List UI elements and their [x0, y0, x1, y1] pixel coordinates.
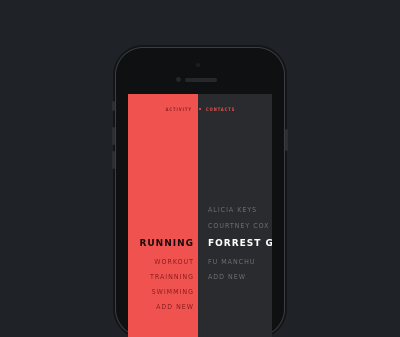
tab-contacts[interactable]: CONTACTS: [206, 107, 235, 112]
front-camera: [176, 77, 181, 82]
activity-item[interactable]: SWIMMING: [152, 288, 194, 296]
activity-item[interactable]: TRAINNING: [150, 273, 194, 281]
selected-activity[interactable]: RUNNING: [139, 238, 194, 249]
contact-item[interactable]: FU MANCHU: [208, 258, 255, 266]
contact-item[interactable]: COURTNEY COX: [208, 222, 269, 230]
add-contact-button[interactable]: ADD NEW: [208, 273, 246, 281]
tab-activity[interactable]: ACTIVITY: [166, 107, 192, 112]
phone-mockup: ACTIVITY CONTACTS ALICIA KEYS COURTNEY C…: [112, 47, 288, 337]
activity-panel: [128, 94, 198, 337]
app-screen: ACTIVITY CONTACTS ALICIA KEYS COURTNEY C…: [128, 94, 272, 337]
contact-item[interactable]: ALICIA KEYS: [208, 206, 257, 214]
selected-contact[interactable]: FORREST G.: [208, 238, 272, 249]
tab-separator: [199, 108, 201, 110]
activity-item[interactable]: WORKOUT: [154, 258, 194, 266]
volume-down-button: [112, 151, 115, 169]
earpiece-speaker: [185, 78, 217, 82]
contacts-panel: [198, 94, 272, 337]
mute-switch: [112, 101, 115, 111]
volume-up-button: [112, 127, 115, 145]
add-activity-button[interactable]: ADD NEW: [156, 303, 194, 311]
power-button: [285, 129, 288, 151]
proximity-sensor: [196, 63, 200, 67]
